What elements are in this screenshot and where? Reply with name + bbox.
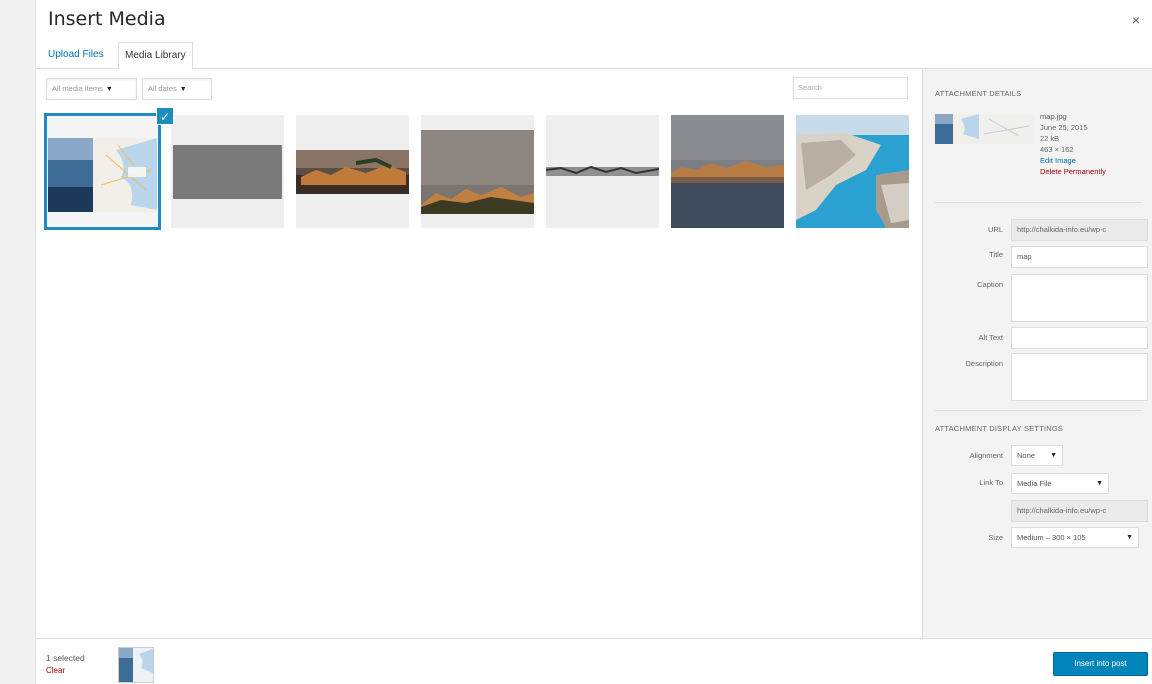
url-label: URL (987, 225, 1003, 234)
selection-count: 1 selected (46, 653, 85, 663)
attachment-details-sidebar: Attachment Details map.jpg June 25, 2015… (922, 69, 1152, 638)
coastal-thumbnail-image (796, 115, 909, 228)
date-filter-value: All dates (148, 84, 177, 93)
selected-check-icon[interactable]: ✓ (156, 107, 174, 125)
map-thumbnail-image (46, 115, 159, 228)
dropdown-arrow-icon: ▼ (1096, 480, 1103, 487)
display-settings-heading: Attachment Display Settings (935, 424, 1064, 433)
alignment-select[interactable]: None ▼ (1011, 445, 1063, 466)
gray-thumbnail-image (171, 115, 284, 228)
size-select[interactable]: Medium – 300 × 105 ▼ (1011, 527, 1139, 548)
search-placeholder: Search (798, 83, 822, 92)
tab-upload-files[interactable]: Upload Files (42, 42, 110, 69)
city-night-thumbnail-image (296, 115, 409, 228)
media-item-city-dusk[interactable] (421, 115, 534, 228)
media-item-map[interactable] (44, 113, 161, 230)
dropdown-arrow-icon: ▼ (105, 86, 113, 93)
attachment-preview-image (935, 114, 979, 144)
admin-sidebar-edge (0, 0, 36, 684)
delete-permanently-link[interactable]: Delete Permanently (1040, 166, 1106, 177)
selection-thumbnail[interactable] (118, 647, 154, 683)
media-item-coastal[interactable] (796, 115, 909, 228)
waterfront-thumbnail-image (671, 115, 784, 228)
sidebar-divider (935, 410, 1141, 411)
selection-thumbnail-image (119, 648, 153, 682)
modal-title: Insert Media (48, 8, 166, 30)
attachment-info: map.jpg June 25, 2015 22 kB 463 × 162 Ed… (1040, 111, 1106, 177)
attachment-filename: map.jpg (1040, 112, 1067, 121)
tab-media-library[interactable]: Media Library (118, 42, 193, 70)
link-url-field[interactable]: http://chalkida-info.eu/wp-c (1011, 500, 1148, 522)
attachment-dimensions: 463 × 162 (1040, 145, 1074, 154)
sidebar-divider (935, 202, 1141, 203)
alt-text-field[interactable] (1011, 327, 1148, 349)
size-label: Size (988, 533, 1003, 542)
media-item-panorama[interactable] (546, 115, 659, 228)
close-icon[interactable]: × (1132, 12, 1140, 28)
attachment-date: June 25, 2015 (1040, 123, 1088, 132)
alt-text-label: Alt Text (978, 333, 1003, 342)
url-field[interactable]: http://chalkida-info.eu/wp-c (1011, 219, 1148, 241)
media-item-waterfront[interactable] (671, 115, 784, 228)
alignment-value: None (1017, 451, 1035, 460)
media-grid: ✓ (44, 107, 911, 235)
media-item-gray[interactable] (171, 115, 284, 228)
media-item-city-night[interactable] (296, 115, 409, 228)
media-tabs: Upload Files Media Library (36, 42, 1152, 70)
media-footer-toolbar: 1 selected Clear Insert into post (36, 638, 1152, 684)
link-to-label: Link To (979, 478, 1003, 487)
title-label: Title (989, 250, 1003, 259)
dropdown-arrow-icon: ▼ (1126, 534, 1133, 541)
dropdown-arrow-icon: ▼ (1050, 452, 1057, 459)
link-to-select[interactable]: Media File ▼ (1011, 473, 1109, 494)
attachment-details-heading: Attachment Details (935, 89, 1022, 98)
description-field[interactable] (1011, 353, 1148, 401)
date-filter[interactable]: All dates ▼ (142, 78, 212, 100)
size-value: Medium – 300 × 105 (1017, 533, 1086, 542)
clear-selection-link[interactable]: Clear (46, 666, 65, 675)
city-dusk-thumbnail-image (421, 115, 534, 228)
insert-into-post-button[interactable]: Insert into post (1053, 652, 1148, 676)
dropdown-arrow-icon: ▼ (179, 86, 187, 93)
panorama-thumbnail-image (546, 115, 659, 228)
caption-field[interactable] (1011, 274, 1148, 322)
insert-media-modal: Insert Media × Upload Files Media Librar… (36, 0, 1152, 684)
alignment-label: Alignment (969, 451, 1003, 460)
media-type-filter[interactable]: All media items ▼ (46, 78, 137, 100)
attachment-preview-map-strip (979, 114, 1035, 144)
attachment-preview (935, 114, 979, 144)
attachment-filesize: 22 kB (1040, 134, 1060, 143)
search-input[interactable]: Search (793, 77, 908, 99)
title-field[interactable]: map (1011, 246, 1148, 268)
description-label: Description (965, 359, 1003, 368)
media-type-filter-value: All media items (52, 84, 103, 93)
edit-image-link[interactable]: Edit Image (1040, 155, 1106, 166)
caption-label: Caption (977, 280, 1003, 289)
link-to-value: Media File (1017, 479, 1052, 488)
